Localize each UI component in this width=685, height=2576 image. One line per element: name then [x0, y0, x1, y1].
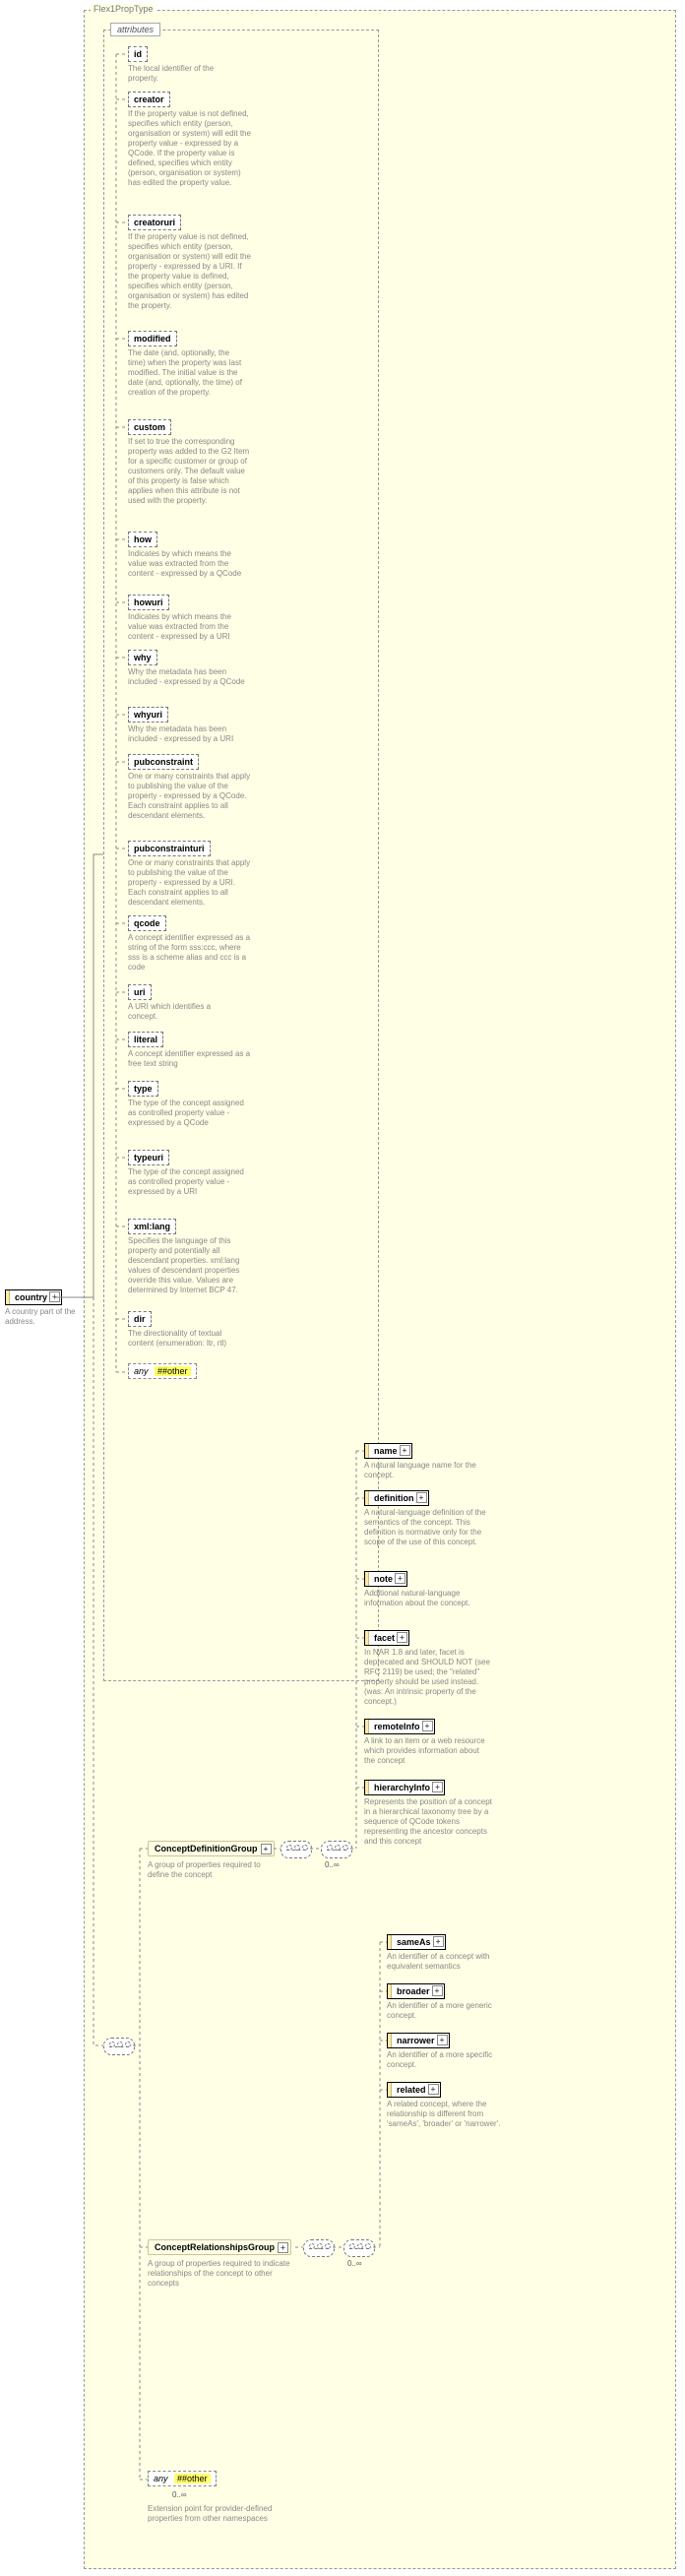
attr-creator-desc: If the property value is not defined, sp… — [128, 109, 251, 188]
expand-icon[interactable]: + — [400, 1445, 410, 1456]
child-remoteinfo-desc: A link to an item or a web resource whic… — [364, 1736, 487, 1766]
attr-howuri-desc: Indicates by which means the value was e… — [128, 612, 246, 642]
attr-qcode[interactable]: qcode — [128, 915, 166, 931]
expand-icon[interactable]: + — [422, 1721, 433, 1731]
expand-icon[interactable]: + — [261, 1844, 272, 1854]
root-sequence — [103, 2038, 135, 2055]
any-elem-label: any — [154, 2474, 168, 2483]
attr-why[interactable]: why — [128, 650, 157, 665]
attr-literal-desc: A concept identifier expressed as a free… — [128, 1049, 251, 1069]
attr-creatoruri[interactable]: creatoruri — [128, 215, 181, 230]
group-rel-desc: A group of properties required to indica… — [148, 2259, 290, 2289]
element-any-other[interactable]: any ##other — [148, 2471, 217, 2486]
child-facet[interactable]: facet+ — [364, 1630, 409, 1646]
child-sameas[interactable]: sameAs+ — [387, 1934, 446, 1950]
attr-typeuri-desc: The type of the concept assigned as cont… — [128, 1167, 251, 1197]
attr-type-desc: The type of the concept assigned as cont… — [128, 1099, 251, 1128]
rel-seq2 — [343, 2239, 375, 2257]
attr-how[interactable]: how — [128, 532, 157, 547]
attr-dir-desc: The directionality of textual content (e… — [128, 1329, 246, 1349]
attr-literal[interactable]: literal — [128, 1032, 163, 1047]
attr-uri[interactable]: uri — [128, 984, 152, 1000]
group-conceptrelationships[interactable]: ConceptRelationshipsGroup+ — [148, 2239, 291, 2255]
group-conceptdefinition[interactable]: ConceptDefinitionGroup+ — [148, 1841, 275, 1856]
child-narrower[interactable]: narrower+ — [387, 2033, 450, 2048]
expand-icon[interactable]: + — [416, 1492, 427, 1503]
def-seq2 — [321, 1841, 352, 1858]
expand-icon[interactable]: + — [397, 1632, 407, 1643]
attr-any-label: any — [134, 1366, 149, 1376]
attr-uri-desc: A URI which identifies a concept. — [128, 1002, 236, 1022]
child-broader-desc: An identifier of a more generic concept. — [387, 2001, 510, 2021]
attr-modified-desc: The date (and, optionally, the time) whe… — [128, 348, 246, 398]
attr-custom-desc: If set to true the corresponding propert… — [128, 437, 251, 506]
child-broader[interactable]: broader+ — [387, 1983, 445, 1999]
attr-id-desc: The local identifier of the property. — [128, 64, 231, 84]
expand-icon[interactable]: + — [278, 2242, 288, 2253]
child-definition-desc: A natural-language definition of the sem… — [364, 1508, 492, 1547]
attr-typeuri[interactable]: typeuri — [128, 1150, 169, 1165]
attr-howuri[interactable]: howuri — [128, 595, 169, 610]
type-label: Flex1PropType — [91, 4, 156, 14]
expand-icon[interactable]: + — [428, 2084, 439, 2095]
child-facet-desc: In NAR 1.8 and later, facet is deprecate… — [364, 1648, 492, 1707]
expand-icon[interactable]: + — [432, 1985, 443, 1996]
attr-whyuri[interactable]: whyuri — [128, 707, 168, 723]
any-elem-desc: Extension point for provider-defined pro… — [148, 2504, 280, 2524]
attr-why-desc: Why the metadata has been included - exp… — [128, 667, 246, 687]
attr-type[interactable]: type — [128, 1081, 158, 1097]
child-note[interactable]: note+ — [364, 1571, 407, 1587]
child-note-desc: Additional natural-language information … — [364, 1589, 482, 1608]
rel-seq1 — [303, 2239, 335, 2257]
attr-creator[interactable]: creator — [128, 92, 170, 107]
attr-pubconstraint-desc: One or many constraints that apply to pu… — [128, 772, 251, 821]
diagram-canvas: { "root": { "label": "country", "desc": … — [0, 0, 685, 2576]
attr-modified[interactable]: modified — [128, 331, 177, 346]
group-def-label: ConceptDefinitionGroup — [155, 1844, 258, 1853]
root-country[interactable]: country+ — [5, 1289, 62, 1305]
child-sameas-desc: An identifier of a concept with equivale… — [387, 1952, 510, 1972]
child-related-desc: A related concept, where the relationshi… — [387, 2100, 510, 2129]
attr-pubconstrainturi[interactable]: pubconstrainturi — [128, 841, 211, 856]
def-seq1 — [280, 1841, 312, 1858]
attr-whyuri-desc: Why the metadata has been included - exp… — [128, 724, 246, 744]
expand-icon[interactable]: + — [433, 1936, 444, 1947]
child-related[interactable]: related+ — [387, 2082, 441, 2098]
group-rel-label: ConceptRelationshipsGroup — [155, 2242, 275, 2252]
attr-xmllang[interactable]: xml:lang — [128, 1219, 176, 1234]
attr-any-tag: ##other — [155, 1366, 191, 1376]
attr-xmllang-desc: Specifies the language of this property … — [128, 1236, 251, 1295]
expand-icon[interactable]: + — [432, 1782, 443, 1792]
attributes-header: attributes — [110, 23, 160, 36]
rel-occ: 0..∞ — [347, 2259, 362, 2268]
attr-qcode-desc: A concept identifier expressed as a stri… — [128, 933, 251, 973]
any-elem-occ: 0..∞ — [172, 2490, 187, 2499]
any-elem-tag: ##other — [174, 2474, 211, 2483]
child-definition[interactable]: definition+ — [364, 1490, 429, 1506]
attr-pubconstrainturi-desc: One or many constraints that apply to pu… — [128, 858, 251, 908]
def-occ: 0..∞ — [325, 1860, 340, 1869]
attr-how-desc: Indicates by which means the value was e… — [128, 549, 246, 579]
root-desc: A country part of the address. — [5, 1307, 82, 1327]
attr-dir[interactable]: dir — [128, 1311, 152, 1327]
expand-icon[interactable]: + — [395, 1573, 405, 1584]
root-label: country — [15, 1292, 47, 1302]
child-remoteinfo[interactable]: remoteInfo+ — [364, 1719, 435, 1734]
child-narrower-desc: An identifier of a more specific concept… — [387, 2050, 510, 2070]
attr-id[interactable]: id — [128, 46, 148, 62]
child-name[interactable]: name+ — [364, 1443, 412, 1459]
child-name-desc: A natural language name for the concept. — [364, 1461, 477, 1480]
child-hierarchyinfo[interactable]: hierarchyInfo+ — [364, 1780, 445, 1795]
group-def-desc: A group of properties required to define… — [148, 1860, 276, 1880]
attr-custom[interactable]: custom — [128, 419, 171, 435]
attr-pubconstraint[interactable]: pubconstraint — [128, 754, 199, 770]
expand-icon[interactable]: + — [437, 2035, 448, 2045]
attr-creatoruri-desc: If the property value is not defined, sp… — [128, 232, 251, 311]
attr-any-other[interactable]: any ##other — [128, 1363, 197, 1379]
child-hierarchyinfo-desc: Represents the position of a concept in … — [364, 1797, 497, 1847]
expand-icon[interactable]: + — [49, 1291, 60, 1302]
